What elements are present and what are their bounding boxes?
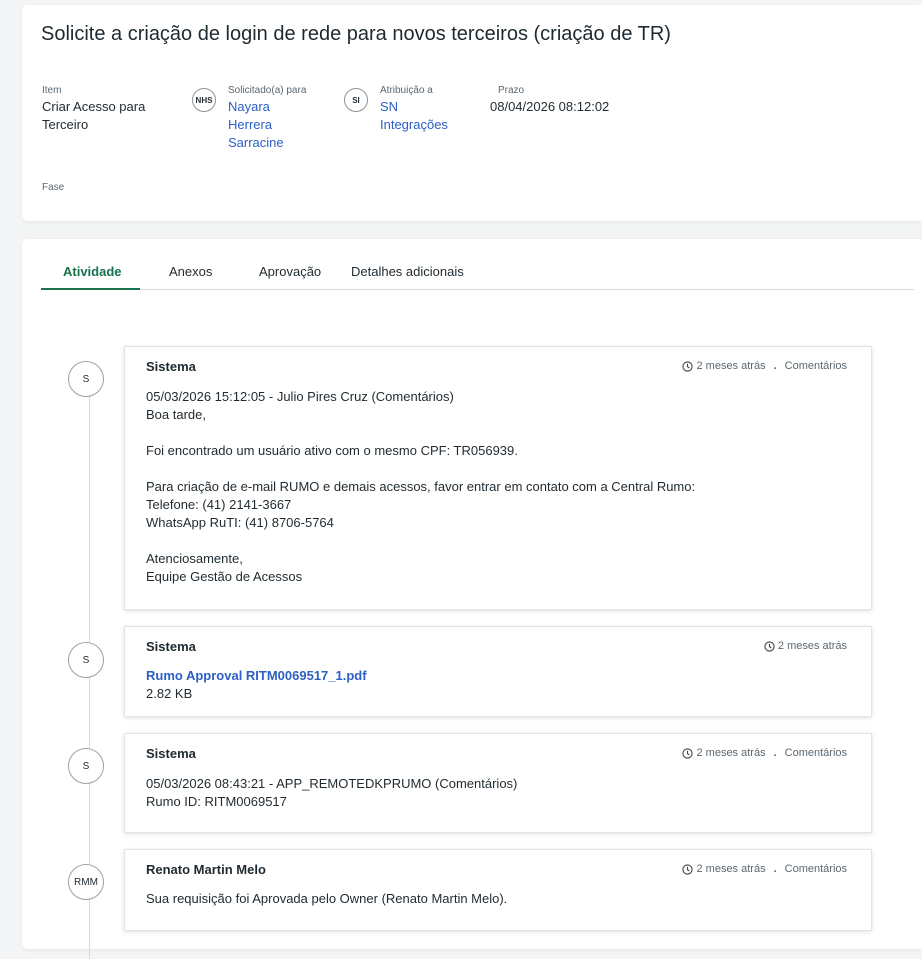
separator-dot: . bbox=[773, 863, 777, 875]
entry-type: Comentários bbox=[784, 863, 847, 875]
item-value: Criar Acesso para Terceiro bbox=[42, 98, 145, 134]
entry-time: 2 meses atrás bbox=[696, 747, 766, 759]
entry-body-line: WhatsApp RuTI: (41) 8706-5764 bbox=[146, 515, 334, 530]
item-label: Item bbox=[42, 85, 62, 96]
due-label: Prazo bbox=[498, 85, 525, 96]
entry-body: Sua requisição foi Aprovada pelo Owner (… bbox=[146, 890, 507, 908]
requested-for-link[interactable]: Nayara Herrera Sarracine bbox=[228, 98, 284, 152]
requested-for-name-line: Nayara bbox=[228, 99, 270, 114]
tab-approval[interactable]: Aprovação bbox=[259, 264, 321, 279]
activity-entry: Sistema 2 meses atrás Rumo Approval RITM… bbox=[124, 626, 872, 717]
entry-body-line: Rumo ID: RITM0069517 bbox=[146, 794, 287, 809]
clock-icon bbox=[682, 360, 694, 372]
tabs-divider bbox=[41, 289, 914, 290]
entry-body-line: Atenciosamente, bbox=[146, 551, 243, 566]
entry-avatar: S bbox=[68, 642, 104, 678]
request-header-card: Solicite a criação de login de rede para… bbox=[22, 5, 922, 221]
entry-meta: 2 meses atrás . Comentários bbox=[682, 863, 847, 875]
attachment-size: 2.82 KB bbox=[146, 686, 193, 701]
assigned-to-avatar: SI bbox=[344, 88, 368, 112]
requested-for-label: Solicitado(a) para bbox=[228, 85, 307, 96]
assigned-to-link[interactable]: SN Integrações bbox=[380, 98, 448, 134]
clock-icon bbox=[764, 640, 775, 652]
entry-body-line: Sua requisição foi Aprovada pelo Owner (… bbox=[146, 891, 508, 906]
active-tab-indicator bbox=[41, 288, 140, 290]
item-value-line: Criar Acesso para bbox=[42, 99, 146, 114]
tab-activity[interactable]: Atividade bbox=[63, 264, 122, 279]
entry-meta: 2 meses atrás . Comentários bbox=[682, 360, 847, 372]
entry-body-line bbox=[146, 460, 695, 478]
entry-body-line: Equipe Gestão de Acessos bbox=[146, 569, 303, 584]
entry-body-line: Boa tarde, bbox=[146, 407, 206, 422]
attachment-link[interactable]: Rumo Approval RITM0069517_1.pdf bbox=[146, 667, 367, 685]
entry-body: 05/03/2026 08:43:21 - APP_REMOTEDKPRUMO … bbox=[146, 775, 517, 811]
entry-body-line: Para criação de e-mail RUMO e demais ace… bbox=[146, 479, 696, 494]
activity-entry: Renato Martin Melo 2 meses atrás . Comen… bbox=[124, 849, 872, 931]
entry-body: 05/03/2026 15:12:05 - Julio Pires Cruz (… bbox=[146, 388, 695, 586]
entry-author: Sistema bbox=[146, 639, 196, 654]
entry-body-line: 05/03/2026 08:43:21 - APP_REMOTEDKPRUMO … bbox=[146, 776, 518, 791]
separator-dot: . bbox=[773, 747, 777, 759]
entry-time: 2 meses atrás bbox=[777, 640, 847, 652]
entry-type: Comentários bbox=[784, 747, 847, 759]
requested-for-name-line: Sarracine bbox=[228, 135, 284, 150]
entry-meta: 2 meses atrás bbox=[764, 640, 847, 652]
tab-additional-details[interactable]: Detalhes adicionais bbox=[351, 264, 464, 279]
assigned-to-name-line: SN bbox=[380, 99, 399, 114]
entry-author: Sistema bbox=[146, 359, 196, 374]
assigned-to-name-line: Integrações bbox=[380, 117, 448, 132]
phase-label: Fase bbox=[42, 182, 65, 193]
page-title: Solicite a criação de login de rede para… bbox=[41, 23, 671, 45]
entry-body-line: Telefone: (41) 2141-3667 bbox=[146, 497, 292, 512]
activity-card: Atividade Anexos Aprovação Detalhes adic… bbox=[22, 239, 922, 959]
entry-body-line bbox=[146, 424, 695, 442]
entry-time: 2 meses atrás bbox=[696, 863, 766, 875]
tab-attachments[interactable]: Anexos bbox=[169, 264, 212, 279]
entry-body-line: Foi encontrado um usuário ativo com o me… bbox=[146, 443, 518, 458]
entry-body-line bbox=[146, 532, 695, 550]
entry-avatar: S bbox=[68, 361, 104, 397]
separator-dot: . bbox=[773, 360, 777, 372]
requested-for-avatar: NHS bbox=[192, 88, 216, 112]
entry-avatar: S bbox=[68, 748, 104, 784]
entry-type: Comentários bbox=[784, 360, 847, 372]
item-value-line: Terceiro bbox=[42, 117, 89, 132]
entry-avatar: RMM bbox=[68, 864, 104, 900]
activity-entry: Sistema 2 meses atrás . Comentários 05/0… bbox=[124, 346, 872, 610]
entry-meta: 2 meses atrás . Comentários bbox=[682, 747, 847, 759]
entry-body-line: 05/03/2026 15:12:05 - Julio Pires Cruz (… bbox=[146, 389, 454, 404]
clock-icon bbox=[682, 863, 694, 875]
clock-icon bbox=[682, 747, 694, 759]
entry-author: Sistema bbox=[146, 746, 196, 761]
entry-author: Renato Martin Melo bbox=[146, 862, 266, 877]
entry-body: Rumo Approval RITM0069517_1.pdf 2.82 KB bbox=[146, 667, 367, 703]
entry-time: 2 meses atrás bbox=[696, 360, 766, 372]
assigned-to-label: Atribuição a bbox=[380, 85, 433, 96]
requested-for-name-line: Herrera bbox=[228, 117, 273, 132]
due-value: 08/04/2026 08:12:02 bbox=[490, 99, 610, 114]
activity-entry: Sistema 2 meses atrás . Comentários 05/0… bbox=[124, 733, 872, 833]
